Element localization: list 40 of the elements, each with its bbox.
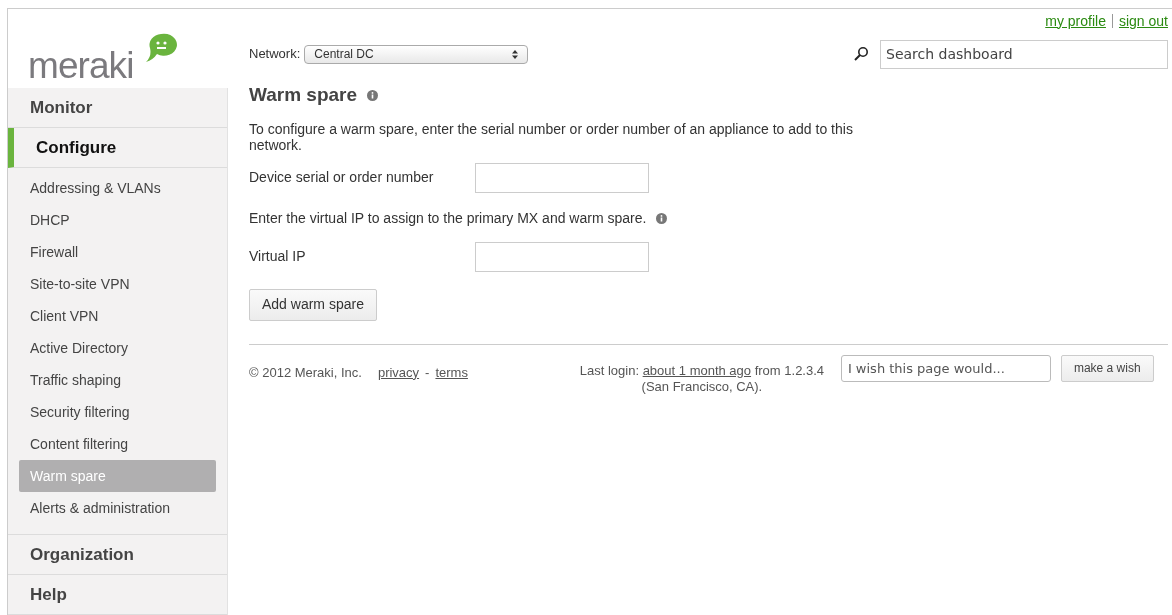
updown-caret-icon — [512, 49, 519, 59]
copyright-text: © 2012 Meraki, Inc. — [249, 363, 362, 382]
top-link[interactable]: my profile — [1045, 10, 1106, 32]
info-icon — [656, 212, 668, 224]
sidebar-section[interactable]: Monitor — [8, 88, 227, 128]
field-label: Virtual IP — [249, 247, 307, 266]
wish-input-field[interactable]: I wish this page would... — [840, 354, 1051, 382]
sidebar-section[interactable]: Help — [8, 575, 227, 615]
footer-link[interactable]: privacy — [377, 362, 420, 382]
network-select[interactable]: Central DC — [304, 44, 529, 64]
sidebar-item[interactable]: Active Directory — [19, 332, 216, 364]
serial-input-field[interactable] — [475, 162, 649, 193]
sidebar-item[interactable]: Content filtering — [19, 428, 216, 460]
sidebar-section[interactable]: Configure — [8, 128, 227, 168]
top-link[interactable]: sign out — [1118, 10, 1168, 32]
last-login-link[interactable]: about 1 month ago — [642, 362, 752, 378]
help-text: Enter the virtual IP to assign to the primary MX and warm spare. — [249, 208, 647, 228]
separator-text: - — [425, 363, 430, 382]
footer-link[interactable]: terms — [435, 362, 468, 382]
make-a-wish-button[interactable]: make a wish — [1060, 354, 1154, 382]
sidebar-item[interactable]: Security filtering — [19, 396, 216, 428]
add-warm-spare-button[interactable]: Add warm spare — [249, 288, 377, 321]
sidebar-item[interactable]: DHCP — [19, 204, 216, 236]
page-title: Warm spare — [249, 83, 358, 107]
last-login-text: Last login: about 1 month ago from 1.2.3.4 (San Francisco, CA). — [578, 362, 826, 395]
sidebar-item[interactable]: Addressing & VLANs — [19, 172, 216, 204]
sidebar-item[interactable]: Firewall — [19, 236, 216, 268]
info-icon — [367, 89, 379, 101]
sidebar-item[interactable]: Client VPN — [19, 300, 216, 332]
virtual-ip-input-field[interactable] — [475, 241, 649, 272]
sidebar-item[interactable]: Site-to-site VPN — [19, 268, 216, 300]
logo-text: meraki — [28, 47, 134, 84]
intro-text: To configure a warm spare, enter the serial number or order number of an appliance to add to this network. — [249, 120, 854, 153]
sidebar-item[interactable]: Alerts & administration — [19, 492, 216, 524]
search-field[interactable]: Search dashboard — [880, 39, 1168, 69]
field-label: Device serial or order number — [249, 168, 435, 187]
sidebar-item[interactable]: Traffic shaping — [19, 364, 216, 396]
sidebar-section[interactable]: Organization — [8, 535, 227, 575]
network-label: Network: — [249, 45, 301, 64]
search-icon — [853, 46, 869, 62]
